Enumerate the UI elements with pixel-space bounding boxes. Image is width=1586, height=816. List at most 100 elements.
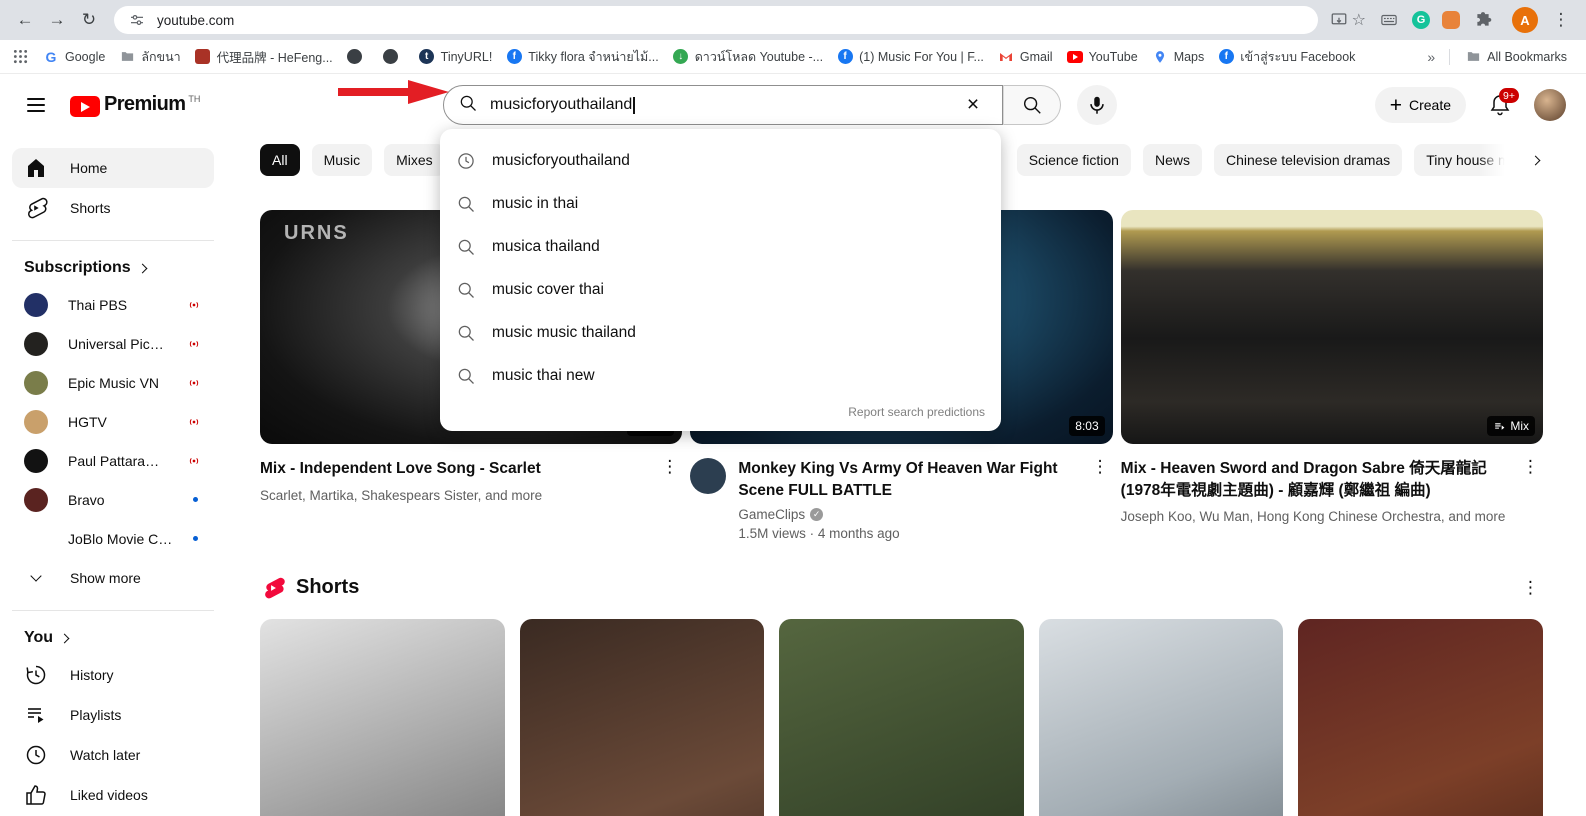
shorts-menu-icon[interactable]: ⋮	[1518, 579, 1543, 596]
browser-profile-avatar[interactable]: A	[1512, 7, 1538, 33]
sidebar-channel-bravo[interactable]: Bravo	[12, 480, 214, 519]
maps-pin-icon	[1152, 49, 1168, 65]
show-more-button[interactable]: Show more	[12, 558, 214, 598]
url-bar[interactable]: youtube.com	[114, 6, 1318, 34]
mic-button[interactable]	[1077, 85, 1117, 125]
sidebar-item-history[interactable]: History	[12, 655, 214, 695]
install-icon[interactable]	[1328, 9, 1350, 31]
sidebar-channel-joblo[interactable]: JoBlo Movie Clips	[12, 519, 214, 558]
video-title[interactable]: Monkey King Vs Army Of Heaven War Fight …	[738, 458, 1075, 501]
clear-search-icon[interactable]: ×	[958, 93, 988, 117]
search-query-text: musicforyouthailand	[490, 96, 632, 114]
search-button[interactable]	[1003, 85, 1061, 125]
short-thumbnail[interactable]	[1298, 619, 1543, 816]
sidebar-item-playlists[interactable]: Playlists	[12, 695, 214, 735]
reload-button[interactable]: ↻	[74, 5, 104, 35]
sidebar-item-home[interactable]: Home	[12, 148, 214, 188]
bookmark-item[interactable]: f (1) Music For You | F...	[830, 46, 991, 68]
channel-avatar[interactable]	[690, 458, 726, 494]
chip-music[interactable]: Music	[312, 144, 373, 176]
search-icon	[456, 366, 476, 386]
sidebar-channel-hgtv[interactable]: HGTV	[12, 402, 214, 441]
duration-badge: 8:03	[1069, 416, 1104, 436]
short-thumbnail[interactable]	[520, 619, 765, 816]
sidebar-item-shorts[interactable]: Shorts	[12, 188, 214, 228]
bookmark-item[interactable]: t TinyURL!	[412, 46, 500, 68]
bookmark-item[interactable]: G Google	[36, 46, 112, 68]
create-button[interactable]: + Create	[1375, 87, 1466, 123]
site-settings-icon[interactable]	[126, 9, 148, 31]
short-thumbnail[interactable]	[1039, 619, 1284, 816]
sidebar-channel-thai-pbs[interactable]: Thai PBS	[12, 285, 214, 324]
sidebar-channel-universal[interactable]: Universal Picture...	[12, 324, 214, 363]
suggestion-item[interactable]: music music thailand	[440, 311, 1001, 354]
bookmark-item[interactable]	[340, 46, 376, 68]
subscriptions-header[interactable]: Subscriptions	[12, 251, 214, 285]
you-header[interactable]: You	[12, 621, 214, 655]
suggestion-item[interactable]: music thai new	[440, 354, 1001, 397]
orange-extension-icon[interactable]	[1442, 11, 1460, 29]
globe-icon	[383, 49, 398, 64]
report-search-predictions-link[interactable]: Report search predictions	[440, 397, 1001, 427]
video-byline[interactable]: Scarlet, Martika, Shakespears Sister, an…	[260, 486, 645, 506]
bookmark-item[interactable]: 代理品牌 - HeFeng...	[188, 44, 340, 69]
video-menu-icon[interactable]: ⋮	[1518, 458, 1543, 528]
channel-avatar	[24, 488, 48, 512]
keyboard-extension-icon[interactable]	[1378, 9, 1400, 31]
video-menu-icon[interactable]: ⋮	[1088, 458, 1113, 545]
video-channel[interactable]: GameClips ✓	[738, 507, 1075, 522]
account-avatar[interactable]	[1534, 89, 1566, 121]
bookmarks-overflow-icon[interactable]: »	[1421, 49, 1441, 65]
live-icon	[186, 414, 202, 430]
chip-news[interactable]: News	[1143, 144, 1202, 176]
video-title[interactable]: Mix - Independent Love Song - Scarlet	[260, 458, 645, 480]
extensions-area: G	[1378, 9, 1494, 31]
guide-menu-icon[interactable]	[16, 85, 56, 125]
video-thumbnail[interactable]: Mix	[1121, 210, 1543, 444]
short-thumbnail[interactable]	[260, 619, 505, 816]
chip-all[interactable]: All	[260, 144, 300, 176]
apps-grid-icon[interactable]	[12, 49, 28, 65]
suggestion-item[interactable]: musica thailand	[440, 225, 1001, 268]
bookmark-item[interactable]: YouTube	[1060, 46, 1145, 68]
sidebar-item-liked-videos[interactable]: Liked videos	[12, 775, 214, 815]
forward-button[interactable]: →	[42, 5, 72, 35]
live-icon	[186, 297, 202, 313]
bookmark-item[interactable]	[376, 46, 412, 68]
sidebar-channel-epic-music-vn[interactable]: Epic Music VN	[12, 363, 214, 402]
video-title[interactable]: Mix - Heaven Sword and Dragon Sabre 倚天屠龍…	[1121, 458, 1506, 501]
youtube-premium-logo[interactable]: Premium TH	[70, 93, 200, 117]
sidebar-item-watch-later[interactable]: Watch later	[12, 735, 214, 775]
bookmark-item[interactable]: Maps	[1145, 46, 1212, 68]
grammarly-extension-icon[interactable]: G	[1412, 11, 1430, 29]
bookmark-star-icon[interactable]: ☆	[1352, 10, 1366, 30]
extensions-puzzle-icon[interactable]	[1472, 9, 1494, 31]
bookmark-item[interactable]: Gmail	[991, 46, 1060, 68]
back-button[interactable]: ←	[10, 5, 40, 35]
suggestion-item[interactable]: music cover thai	[440, 268, 1001, 311]
tinyurl-icon: t	[419, 49, 434, 64]
bookmark-item[interactable]: ลักขนา	[112, 44, 187, 70]
bookmark-item[interactable]: f เข้าสู่ระบบ Facebook	[1211, 44, 1362, 70]
bookmark-item[interactable]: f Tikky flora จำหน่ายไม้...	[499, 44, 665, 70]
all-bookmarks-button[interactable]: All Bookmarks	[1458, 46, 1574, 68]
chip-chinese-tv-dramas[interactable]: Chinese television dramas	[1214, 144, 1402, 176]
bookmark-item[interactable]: ↓ ดาวน์โหลด Youtube -...	[666, 44, 830, 70]
globe-icon	[347, 49, 362, 64]
folder-icon	[1465, 49, 1481, 65]
clock-icon	[24, 743, 48, 767]
chip-mixes[interactable]: Mixes	[384, 144, 445, 176]
video-menu-icon[interactable]: ⋮	[657, 458, 682, 506]
suggestion-item[interactable]: music in thai	[440, 182, 1001, 225]
channel-avatar	[24, 293, 48, 317]
browser-menu-icon[interactable]: ⋮	[1546, 5, 1576, 35]
notifications-button[interactable]: 9+	[1480, 85, 1520, 125]
suggestion-item[interactable]: musicforyouthailand	[440, 139, 1001, 182]
chips-scroll-right-button[interactable]	[1479, 144, 1543, 176]
short-thumbnail[interactable]	[779, 619, 1024, 816]
chip-science-fiction[interactable]: Science fiction	[1017, 144, 1131, 176]
video-byline[interactable]: Joseph Koo, Wu Man, Hong Kong Chinese Or…	[1121, 507, 1506, 527]
facebook-icon: f	[838, 49, 853, 64]
search-input[interactable]: musicforyouthailand ×	[443, 85, 1003, 125]
sidebar-channel-paul-pattarapon[interactable]: Paul Pattarapon ...	[12, 441, 214, 480]
